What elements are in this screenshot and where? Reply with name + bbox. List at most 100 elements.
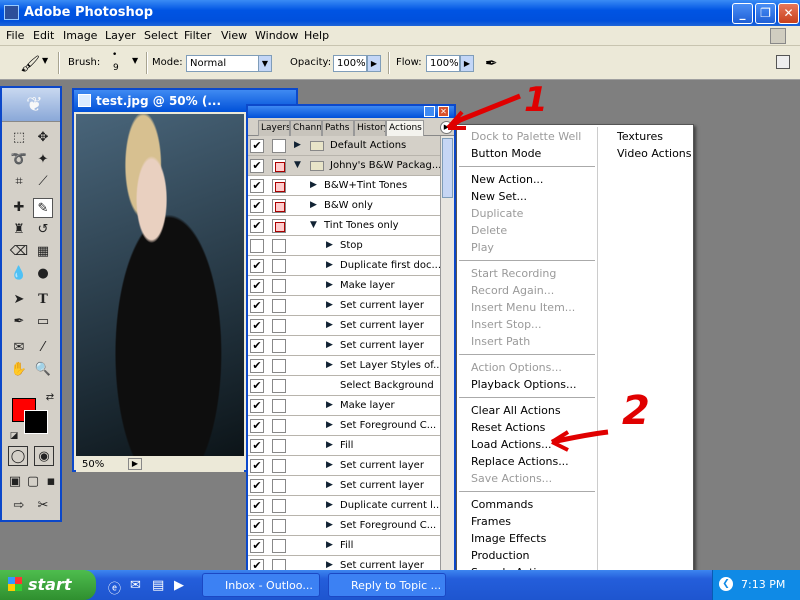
action-enable-checkbox[interactable]: ✔: [250, 539, 264, 553]
expand-triangle-icon[interactable]: ▶: [294, 140, 301, 150]
toolbox-header[interactable]: ❦: [2, 88, 60, 122]
menu-file[interactable]: File: [6, 29, 24, 42]
action-enable-checkbox[interactable]: ✔: [250, 519, 264, 533]
expand-triangle-icon[interactable]: ▶: [326, 560, 333, 570]
healing-brush-icon[interactable]: ✚: [9, 198, 29, 218]
expand-triangle-icon[interactable]: ▶: [326, 320, 333, 330]
action-row[interactable]: ✔ ▶ Fill: [248, 436, 440, 456]
palette-menu-button[interactable]: ▶: [440, 121, 453, 134]
action-row[interactable]: ✔ ▶ Fill: [248, 536, 440, 556]
palette-titlebar[interactable]: ✕: [248, 106, 454, 118]
action-row[interactable]: ✔ ▶ B&W only: [248, 196, 440, 216]
expand-triangle-icon[interactable]: ▶: [310, 180, 317, 190]
screen-mode-full-icon[interactable]: ▪: [41, 472, 61, 492]
action-row[interactable]: ✔ ▶ Make layer: [248, 396, 440, 416]
menu-item-textures[interactable]: Textures: [617, 130, 663, 143]
dialog-toggle-icon[interactable]: [272, 459, 286, 473]
brush-size[interactable]: 9: [113, 63, 119, 73]
expand-triangle-icon[interactable]: ▶: [326, 420, 333, 430]
expand-triangle-icon[interactable]: ▶: [326, 480, 333, 490]
action-row[interactable]: ✔ ▶ Set Layer Styles of...: [248, 356, 440, 376]
shape-tool-icon[interactable]: ▭: [33, 312, 53, 332]
action-row[interactable]: ✔ ▼ Johny's B&W Packag...: [248, 156, 440, 176]
gradient-tool-icon[interactable]: ▦: [33, 242, 53, 262]
action-enable-checkbox[interactable]: ✔: [250, 479, 264, 493]
jump-to-imageready-icon[interactable]: ⇨: [9, 496, 29, 516]
lasso-tool-icon[interactable]: ➰: [9, 150, 29, 170]
action-row[interactable]: ✔ ▶ Set current layer: [248, 476, 440, 496]
menu-select[interactable]: Select: [144, 29, 178, 42]
path-selection-icon[interactable]: ➤: [9, 290, 29, 310]
action-enable-checkbox[interactable]: ✔: [250, 499, 264, 513]
hand-tool-icon[interactable]: ✋: [9, 360, 29, 380]
dialog-toggle-icon[interactable]: [272, 299, 286, 313]
menu-edit[interactable]: Edit: [33, 29, 54, 42]
dodge-tool-icon[interactable]: ●: [33, 264, 53, 284]
dialog-toggle-icon[interactable]: [272, 139, 286, 153]
flow-input[interactable]: 100%: [426, 55, 460, 72]
expand-triangle-open-icon[interactable]: ▼: [310, 220, 317, 230]
action-row[interactable]: ✔ ▶ Set current layer: [248, 296, 440, 316]
tab-history[interactable]: History: [354, 120, 386, 136]
menu-item-video-actions[interactable]: Video Actions: [617, 147, 692, 160]
menu-filter[interactable]: Filter: [184, 29, 211, 42]
menu-image[interactable]: Image: [63, 29, 97, 42]
screen-mode-full-menu-icon[interactable]: ▢: [23, 472, 43, 492]
standard-mode-icon[interactable]: ◯: [8, 446, 28, 466]
slice-tool-icon[interactable]: ⟋: [33, 172, 53, 192]
action-enable-checkbox[interactable]: [250, 239, 264, 253]
dialog-toggle-icon[interactable]: [272, 539, 286, 553]
opacity-input[interactable]: 100%: [333, 55, 367, 72]
action-enable-checkbox[interactable]: ✔: [250, 439, 264, 453]
action-enable-checkbox[interactable]: ✔: [250, 179, 264, 193]
menu-item-clear-all-actions[interactable]: Clear All Actions: [471, 404, 561, 417]
brush-tool-active-icon[interactable]: ✎: [33, 198, 53, 218]
brush-picker-arrow-icon[interactable]: ▼: [132, 56, 138, 65]
marquee-tool-icon[interactable]: ⬚: [9, 128, 29, 148]
expand-triangle-icon[interactable]: ▶: [326, 340, 333, 350]
action-row[interactable]: ✔ Select Background: [248, 376, 440, 396]
expand-triangle-icon[interactable]: ▶: [326, 500, 333, 510]
action-enable-checkbox[interactable]: ✔: [250, 219, 264, 233]
expand-triangle-icon[interactable]: ▶: [326, 440, 333, 450]
minimize-button[interactable]: _: [732, 3, 753, 24]
dialog-toggle-icon[interactable]: [272, 179, 286, 193]
action-row[interactable]: ✔ ▶ Duplicate current l...: [248, 496, 440, 516]
zoom-tool-icon[interactable]: 🔍: [33, 360, 53, 380]
tool-preset-arrow-icon[interactable]: ▼: [42, 56, 48, 65]
tray-collapse-icon[interactable]: ❮: [719, 577, 733, 591]
actions-scrollbar[interactable]: [440, 136, 454, 572]
status-menu-icon[interactable]: ▶: [128, 458, 142, 470]
photo-canvas[interactable]: [76, 114, 244, 456]
opacity-slider-arrow-icon[interactable]: ▶: [367, 55, 381, 72]
menu-item-replace-actions[interactable]: Replace Actions...: [471, 455, 569, 468]
zoom-level[interactable]: 50%: [82, 459, 104, 470]
menu-help[interactable]: Help: [304, 29, 329, 42]
background-color-swatch[interactable]: [24, 410, 48, 434]
action-row[interactable]: ✔ ▶ Set current layer: [248, 336, 440, 356]
expand-triangle-icon[interactable]: ▶: [326, 360, 333, 370]
action-enable-checkbox[interactable]: ✔: [250, 419, 264, 433]
action-row[interactable]: ✔ ▶ Default Actions: [248, 136, 440, 156]
move-tool-icon[interactable]: ✥: [33, 128, 53, 148]
dialog-toggle-icon[interactable]: [272, 519, 286, 533]
action-row[interactable]: ✔ ▶ Make layer: [248, 276, 440, 296]
menu-window[interactable]: Window: [255, 29, 298, 42]
palette-well-icon[interactable]: [776, 55, 790, 69]
dialog-toggle-icon[interactable]: [272, 399, 286, 413]
action-enable-checkbox[interactable]: ✔: [250, 379, 264, 393]
expand-triangle-icon[interactable]: ▶: [326, 460, 333, 470]
action-row[interactable]: ✔ ▶ Set current layer: [248, 456, 440, 476]
scroll-thumb[interactable]: [442, 138, 453, 198]
default-colors-icon[interactable]: ◪: [4, 426, 24, 446]
dialog-toggle-icon[interactable]: [272, 319, 286, 333]
imageready-icon[interactable]: ✂: [33, 496, 53, 516]
expand-triangle-icon[interactable]: ▶: [326, 280, 333, 290]
close-button[interactable]: ✕: [778, 3, 799, 24]
app-titlebar[interactable]: Adobe Photoshop _ ❐ ✕: [0, 0, 800, 26]
expand-triangle-icon[interactable]: ▶: [326, 300, 333, 310]
dialog-toggle-icon[interactable]: [272, 219, 286, 233]
action-enable-checkbox[interactable]: ✔: [250, 299, 264, 313]
media-quicklaunch-icon[interactable]: ▶: [174, 578, 184, 593]
expand-triangle-icon[interactable]: ▶: [326, 400, 333, 410]
